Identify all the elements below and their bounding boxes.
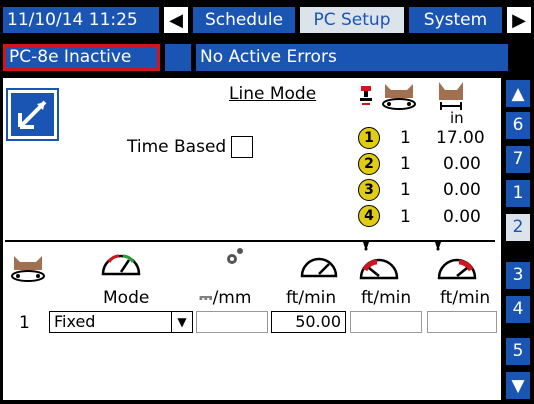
time-based-checkbox[interactable] — [231, 136, 253, 158]
page-button-1[interactable]: 1 — [506, 180, 530, 207]
status-errors: No Active Errors — [196, 44, 508, 71]
gun-icon — [358, 84, 374, 112]
conveyor-icon — [381, 82, 417, 112]
edit-icon — [11, 93, 54, 136]
page-button-4[interactable]: 4 — [506, 296, 530, 323]
tab-pc-setup-label: PC Setup — [313, 9, 391, 30]
gun-3-value: 0.00 — [443, 180, 481, 200]
alarm-high-field[interactable] — [427, 311, 497, 333]
gun-2-number: 2 — [364, 156, 374, 172]
gun-4-number: 4 — [364, 208, 374, 224]
gun-3-count: 1 — [400, 180, 411, 200]
edit-button[interactable] — [6, 88, 59, 141]
gun-2-badge: 2 — [358, 153, 380, 175]
scroll-down-button[interactable]: ▼ — [506, 372, 530, 399]
conveyor-column-icon — [10, 254, 46, 284]
status-indicator — [165, 44, 191, 71]
tab-schedule-label: Schedule — [204, 9, 284, 30]
alarm-low-header: ft/min — [361, 288, 412, 308]
tab-schedule[interactable]: Schedule — [193, 7, 295, 33]
alarm-low-gauge-icon — [355, 240, 401, 282]
gun-1-badge: 1 — [358, 127, 380, 149]
time-based-label: Time Based — [127, 137, 227, 157]
unit-in-label: in — [450, 109, 464, 127]
arrow-right-icon: ▶ — [512, 9, 526, 31]
alarm-high-gauge-icon — [431, 240, 481, 282]
page-button-7[interactable]: 7 — [506, 146, 530, 173]
tab-system-label: System — [423, 9, 488, 30]
alarm-low-field[interactable] — [350, 311, 422, 333]
gun-1-count: 1 — [400, 128, 411, 148]
gear-icon — [223, 246, 245, 268]
scroll-up-button[interactable]: ▲ — [506, 80, 530, 107]
gun-1-value: 17.00 — [436, 128, 485, 148]
part-length-icon — [437, 80, 465, 112]
arrow-left-icon: ◀ — [169, 9, 183, 31]
page-button-3[interactable]: 3 — [506, 262, 530, 289]
page-button-6[interactable]: 6 — [506, 112, 530, 139]
chevron-down-icon: ▼ — [171, 312, 192, 332]
section-divider — [5, 240, 495, 242]
datetime: 11/10/14 11:25 — [3, 7, 159, 33]
speed-field[interactable]: 50.00 — [271, 311, 346, 333]
tab-pc-setup[interactable]: PC Setup — [300, 7, 404, 33]
page-button-2[interactable]: 2 — [506, 214, 530, 241]
pulses-header: ⎓/mm — [199, 288, 252, 308]
gun-1-number: 1 — [364, 130, 374, 146]
speed-header: ft/min — [286, 288, 337, 308]
mode-header: Mode — [103, 288, 150, 308]
gun-2-value: 0.00 — [443, 154, 481, 174]
gun-4-value: 0.00 — [443, 207, 481, 227]
screen: 11/10/14 11:25 ◀ Schedule PC Setup Syste… — [0, 0, 534, 404]
gun-3-badge: 3 — [358, 179, 380, 201]
arrow-down-icon: ▼ — [511, 375, 525, 396]
status-unit: PC-8e Inactive — [3, 44, 160, 71]
nav-left-button[interactable]: ◀ — [164, 7, 188, 33]
mode-gauge-icon — [99, 248, 143, 278]
mode-select-value: Fixed — [54, 312, 96, 331]
arrow-up-icon: ▲ — [511, 83, 525, 104]
gun-3-number: 3 — [364, 182, 374, 198]
line-mode-title: Line Mode — [229, 84, 317, 104]
row-index: 1 — [19, 313, 30, 333]
tab-system[interactable]: System — [409, 7, 502, 33]
mode-select[interactable]: Fixed ▼ — [49, 311, 193, 333]
speed-gauge-icon — [299, 250, 339, 280]
page-button-5[interactable]: 5 — [506, 338, 530, 365]
nav-right-button[interactable]: ▶ — [507, 7, 531, 33]
gun-4-badge: 4 — [358, 205, 380, 227]
gun-4-count: 1 — [400, 207, 411, 227]
main-panel: Line Mode Time Based in 1 1 17.00 2 1 0.… — [3, 78, 501, 400]
alarm-high-header: ft/min — [440, 288, 491, 308]
gun-2-count: 1 — [400, 154, 411, 174]
pulses-field[interactable] — [196, 311, 268, 333]
